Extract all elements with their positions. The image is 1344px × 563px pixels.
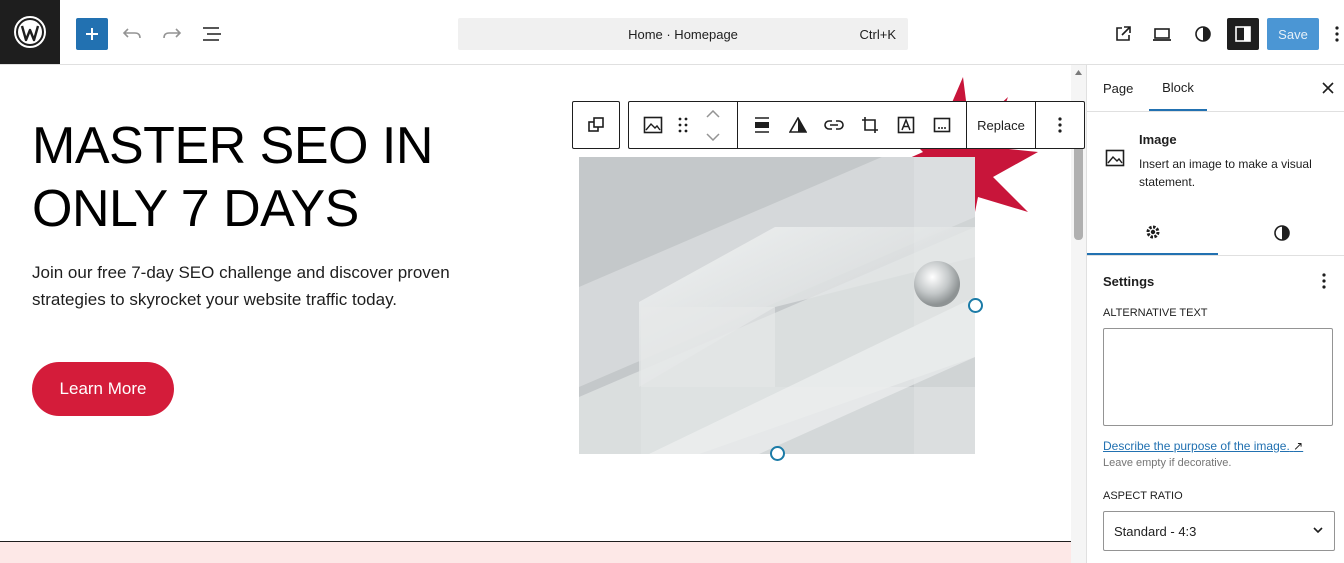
command-palette[interactable]: Home · Homepage Ctrl+K xyxy=(458,18,908,50)
text-overlay-button[interactable] xyxy=(893,102,919,148)
duplicate-icon xyxy=(588,117,604,132)
learn-more-button[interactable]: Learn More xyxy=(32,362,174,416)
redo-icon xyxy=(163,28,182,39)
scrollbar-thumb[interactable] xyxy=(1074,143,1083,240)
wordpress-icon xyxy=(14,16,46,48)
redo-button[interactable] xyxy=(160,18,184,50)
save-button[interactable]: Save xyxy=(1267,18,1319,50)
caption-icon xyxy=(933,117,951,133)
tab-settings[interactable] xyxy=(1087,211,1218,255)
crop-icon xyxy=(862,117,878,133)
settings-sidebar: Page Block Image Insert an image to make… xyxy=(1086,65,1344,563)
more-vertical-icon xyxy=(1335,26,1339,42)
settings-options-button[interactable] xyxy=(1315,271,1333,291)
drag-handle-icon xyxy=(678,117,688,133)
link-icon xyxy=(824,120,844,130)
options-button[interactable] xyxy=(1330,18,1344,50)
chevron-down-icon xyxy=(1313,527,1323,534)
plus-icon xyxy=(86,28,98,40)
resize-handle-right[interactable] xyxy=(968,298,983,313)
text-overlay-icon xyxy=(897,116,915,134)
aspect-ratio-select[interactable]: Standard - 4:3 xyxy=(1103,511,1335,551)
abstract-glass-image xyxy=(579,157,975,454)
duotone-icon xyxy=(789,117,807,133)
align-icon xyxy=(755,117,769,133)
alt-text-field[interactable] xyxy=(1103,328,1333,426)
resize-handle-bottom[interactable] xyxy=(770,446,785,461)
align-button[interactable] xyxy=(749,102,775,148)
chevron-up-icon xyxy=(706,109,720,118)
more-vertical-icon xyxy=(1058,117,1062,133)
styles-icon xyxy=(1195,26,1211,42)
toolbar-separator xyxy=(1035,102,1036,148)
add-block-button[interactable] xyxy=(76,18,108,50)
styles-icon xyxy=(1273,225,1290,241)
list-view-icon xyxy=(203,27,221,41)
link-button[interactable] xyxy=(821,102,847,148)
image-icon xyxy=(643,116,663,134)
next-section-edge xyxy=(0,541,1071,563)
duotone-button[interactable] xyxy=(785,102,811,148)
caption-button[interactable] xyxy=(929,102,955,148)
document-title: Home · Homepage xyxy=(628,27,738,42)
view-page-button[interactable] xyxy=(1110,18,1136,50)
tab-page[interactable]: Page xyxy=(1103,65,1133,111)
settings-panel-title[interactable]: Settings xyxy=(1103,274,1154,289)
crop-button[interactable] xyxy=(857,102,883,148)
styles-button[interactable] xyxy=(1190,18,1216,50)
list-view-button[interactable] xyxy=(198,18,226,50)
block-card-title: Image xyxy=(1139,132,1177,147)
subtabs-divider xyxy=(1087,255,1344,256)
gear-icon xyxy=(1146,225,1159,239)
tab-styles[interactable] xyxy=(1218,211,1344,255)
move-down-button[interactable] xyxy=(701,125,725,148)
aspect-ratio-value: Standard - 4:3 xyxy=(1114,524,1197,539)
block-card-description: Insert an image to make a visual stateme… xyxy=(1139,157,1312,189)
block-options-button[interactable] xyxy=(1047,102,1073,148)
chevron-down-icon xyxy=(706,132,720,141)
alt-text-label: ALTERNATIVE TEXT xyxy=(1103,307,1208,319)
close-icon xyxy=(1322,82,1334,94)
more-vertical-icon xyxy=(1322,273,1326,289)
undo-button[interactable] xyxy=(120,18,144,50)
external-link-icon: ↗ xyxy=(1293,439,1304,453)
block-toolbar: Replace xyxy=(628,101,1085,149)
image-icon xyxy=(1105,149,1125,167)
shortcut-hint: Ctrl+K xyxy=(859,27,896,42)
replace-button[interactable]: Replace xyxy=(967,102,1035,148)
alt-text-hint: Leave empty if decorative. xyxy=(1103,457,1232,469)
hero-paragraph[interactable]: Join our free 7-day SEO challenge and di… xyxy=(32,259,512,313)
alt-text-help-link-label: Describe the purpose of the image. xyxy=(1103,439,1290,453)
drag-handle[interactable] xyxy=(673,102,693,148)
move-up-button[interactable] xyxy=(701,102,725,125)
wordpress-logo[interactable] xyxy=(0,0,60,64)
toolbar-separator xyxy=(737,102,738,148)
image-block[interactable] xyxy=(579,157,975,454)
aspect-ratio-label: ASPECT RATIO xyxy=(1103,490,1183,502)
external-link-icon xyxy=(1116,26,1131,41)
device-preview-button[interactable] xyxy=(1148,18,1176,50)
laptop-icon xyxy=(1153,28,1171,41)
tabs-divider xyxy=(1087,111,1344,112)
editor-top-bar: Home · Homepage Ctrl+K Save xyxy=(0,0,1344,65)
alt-text-help-link[interactable]: Describe the purpose of the image. ↗ xyxy=(1103,439,1303,453)
transform-block-button[interactable] xyxy=(572,101,620,149)
settings-sidebar-toggle[interactable] xyxy=(1227,18,1259,50)
hero-heading[interactable]: MASTER SEO IN ONLY 7 DAYS xyxy=(32,115,512,241)
scroll-up-icon[interactable] xyxy=(1071,67,1086,81)
sidebar-icon xyxy=(1235,26,1251,42)
block-type-button[interactable] xyxy=(639,102,667,148)
tab-block[interactable]: Block xyxy=(1149,65,1207,111)
close-sidebar-button[interactable] xyxy=(1319,79,1337,97)
undo-icon xyxy=(122,28,141,39)
